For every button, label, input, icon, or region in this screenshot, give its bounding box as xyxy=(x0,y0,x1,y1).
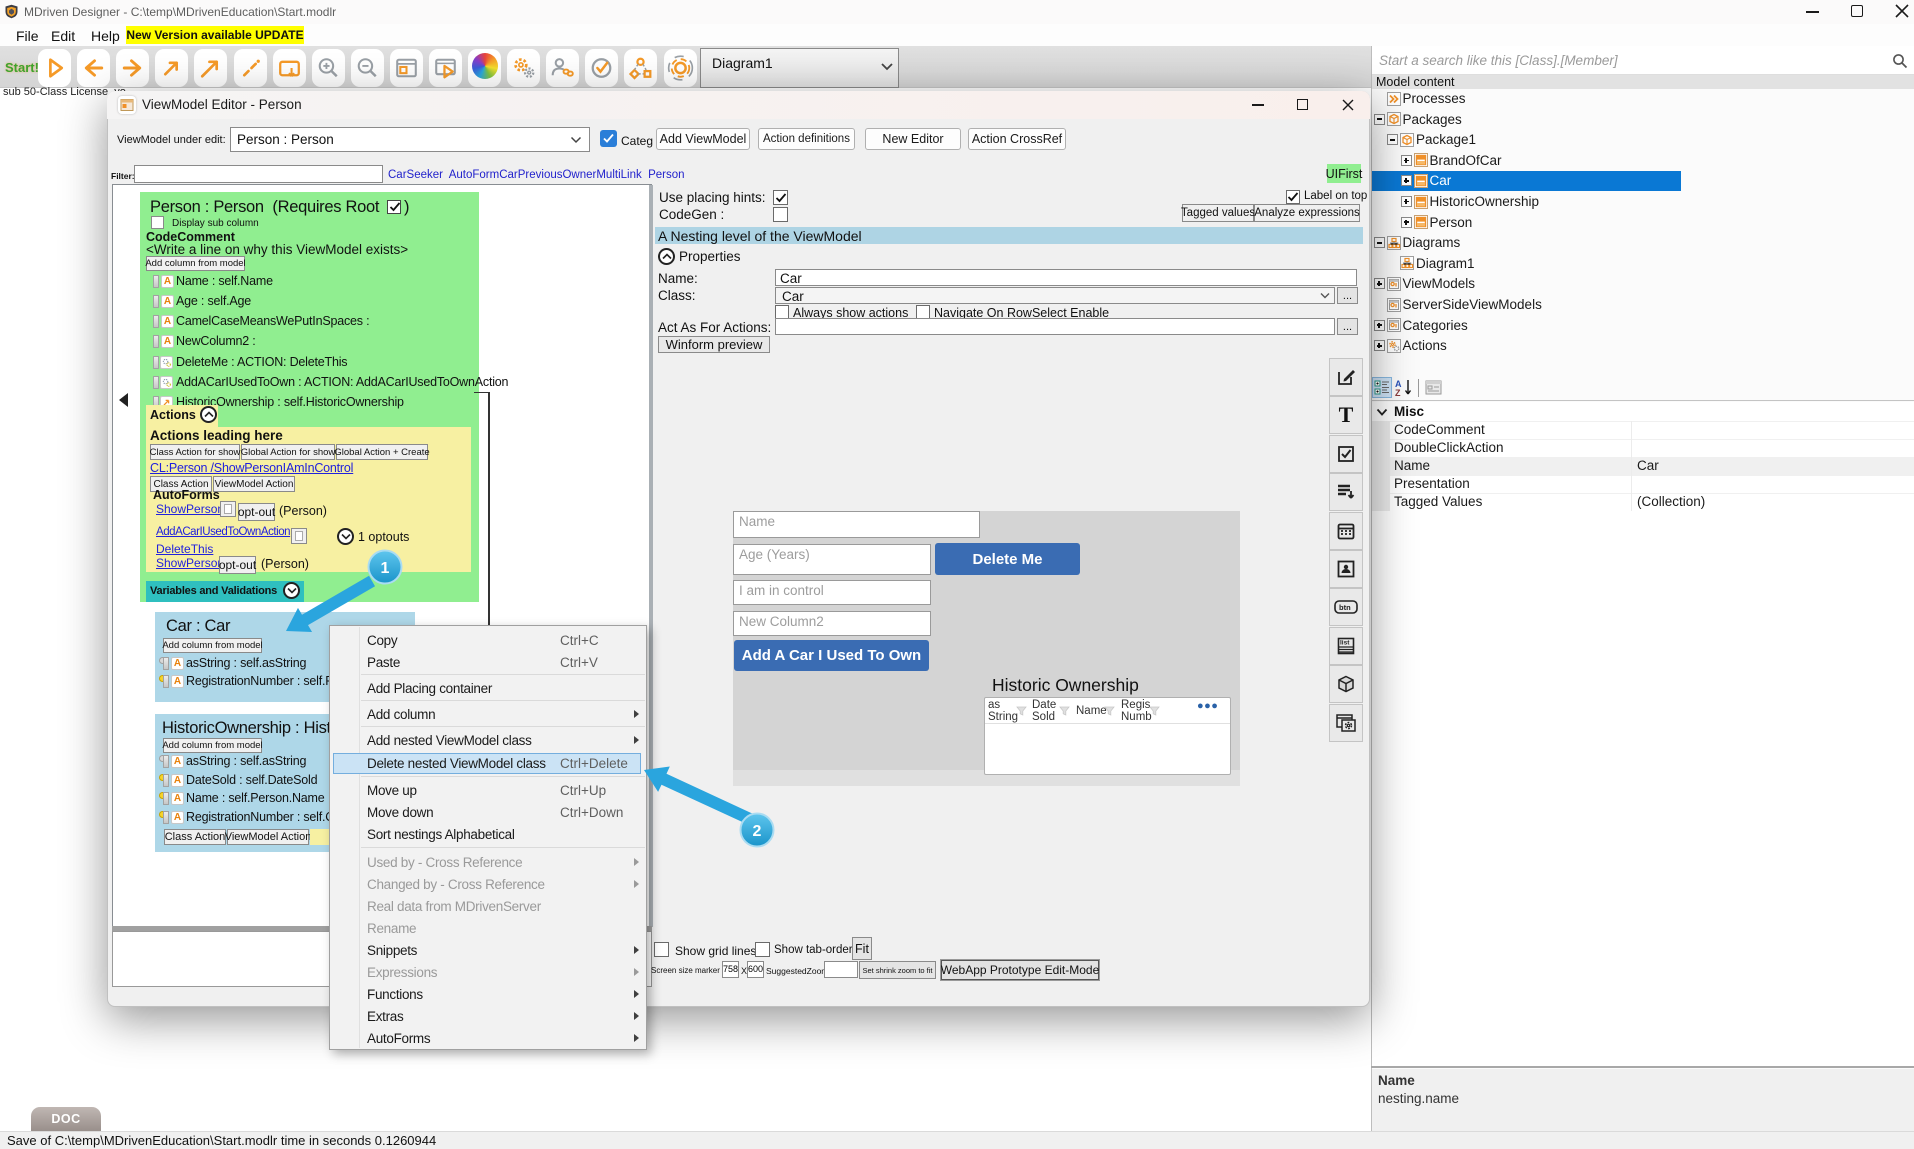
svg-text:1: 1 xyxy=(381,560,390,577)
svg-text:2: 2 xyxy=(753,823,762,840)
